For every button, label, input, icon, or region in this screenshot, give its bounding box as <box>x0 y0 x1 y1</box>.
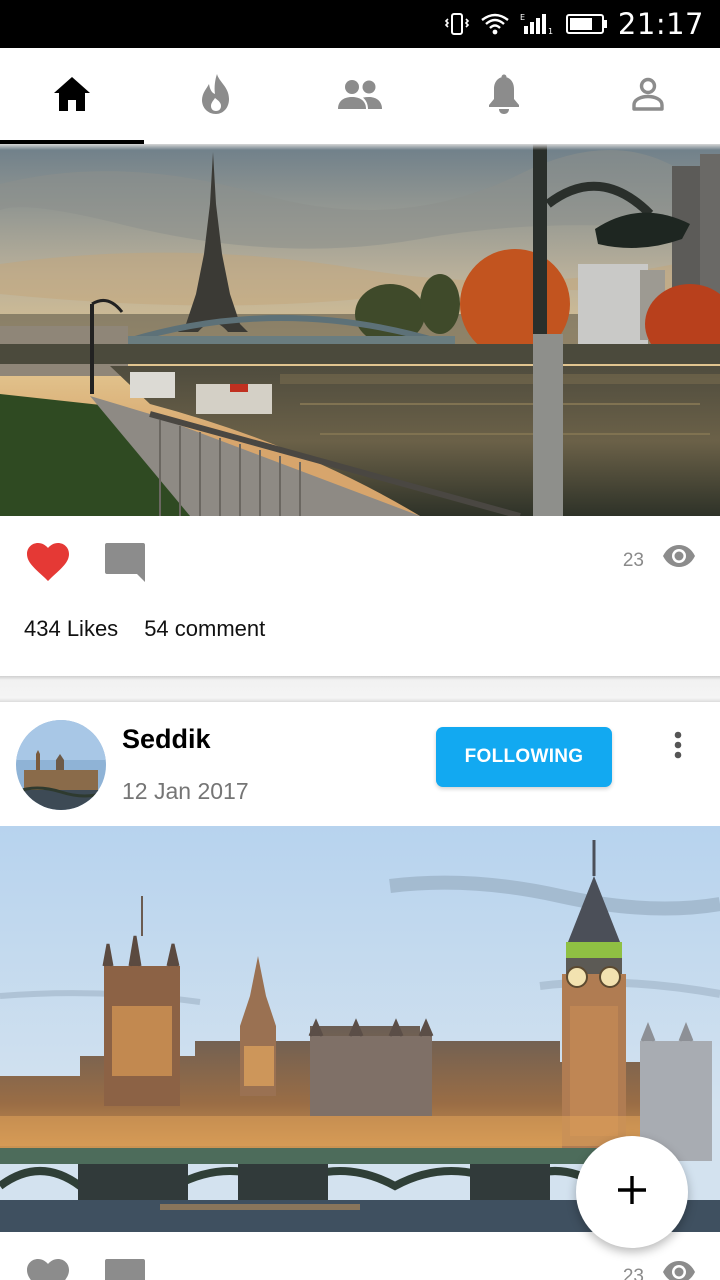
wifi-icon <box>480 12 510 36</box>
heart-icon[interactable] <box>26 542 70 587</box>
person-icon <box>631 77 665 116</box>
add-post-button[interactable] <box>576 1136 688 1248</box>
post-actions: 23 <box>0 516 720 596</box>
battery-icon <box>565 12 608 36</box>
likes-count[interactable]: 434 Likes <box>24 616 118 642</box>
following-button[interactable]: FOLLOWING <box>436 727 612 787</box>
comments-count[interactable]: 54 comment <box>144 616 265 642</box>
post-date: 12 Jan 2017 <box>122 778 249 804</box>
flame-icon <box>199 73 233 120</box>
post-counts: 434 Likes 54 comment <box>24 616 265 642</box>
post-image-eiffel[interactable] <box>0 144 720 516</box>
eye-icon <box>662 1260 696 1280</box>
view-count: 23 <box>622 550 644 571</box>
plus-icon <box>617 1175 647 1210</box>
view-count: 23 <box>622 1266 644 1280</box>
heart-icon[interactable] <box>26 1258 70 1280</box>
signal-icon: E 1 <box>520 12 556 36</box>
tab-bar-shadow <box>0 144 720 150</box>
eye-icon <box>662 544 696 573</box>
tab-people[interactable] <box>288 48 432 144</box>
avatar[interactable] <box>16 720 106 810</box>
tab-notifications[interactable] <box>432 48 576 144</box>
tab-home[interactable] <box>0 48 144 144</box>
top-tab-bar <box>0 48 720 144</box>
tab-trending[interactable] <box>144 48 288 144</box>
tab-profile[interactable] <box>576 48 720 144</box>
status-icons: E 1 21:17 <box>444 0 704 48</box>
comment-icon[interactable] <box>104 1258 146 1280</box>
post-separator <box>0 676 720 702</box>
svg-text:E: E <box>520 13 525 22</box>
author-name[interactable]: Seddik <box>122 724 211 755</box>
bell-icon <box>487 74 521 119</box>
status-time: 21:17 <box>617 7 704 41</box>
home-icon <box>52 75 92 118</box>
comment-icon[interactable] <box>104 542 146 587</box>
vibrate-icon <box>444 12 470 36</box>
more-vert-icon[interactable] <box>662 728 694 762</box>
svg-text:1: 1 <box>548 27 553 36</box>
status-bar: E 1 21:17 <box>0 0 720 48</box>
group-icon <box>337 79 383 114</box>
post-header: Seddik 12 Jan 2017 FOLLOWING <box>0 702 720 826</box>
